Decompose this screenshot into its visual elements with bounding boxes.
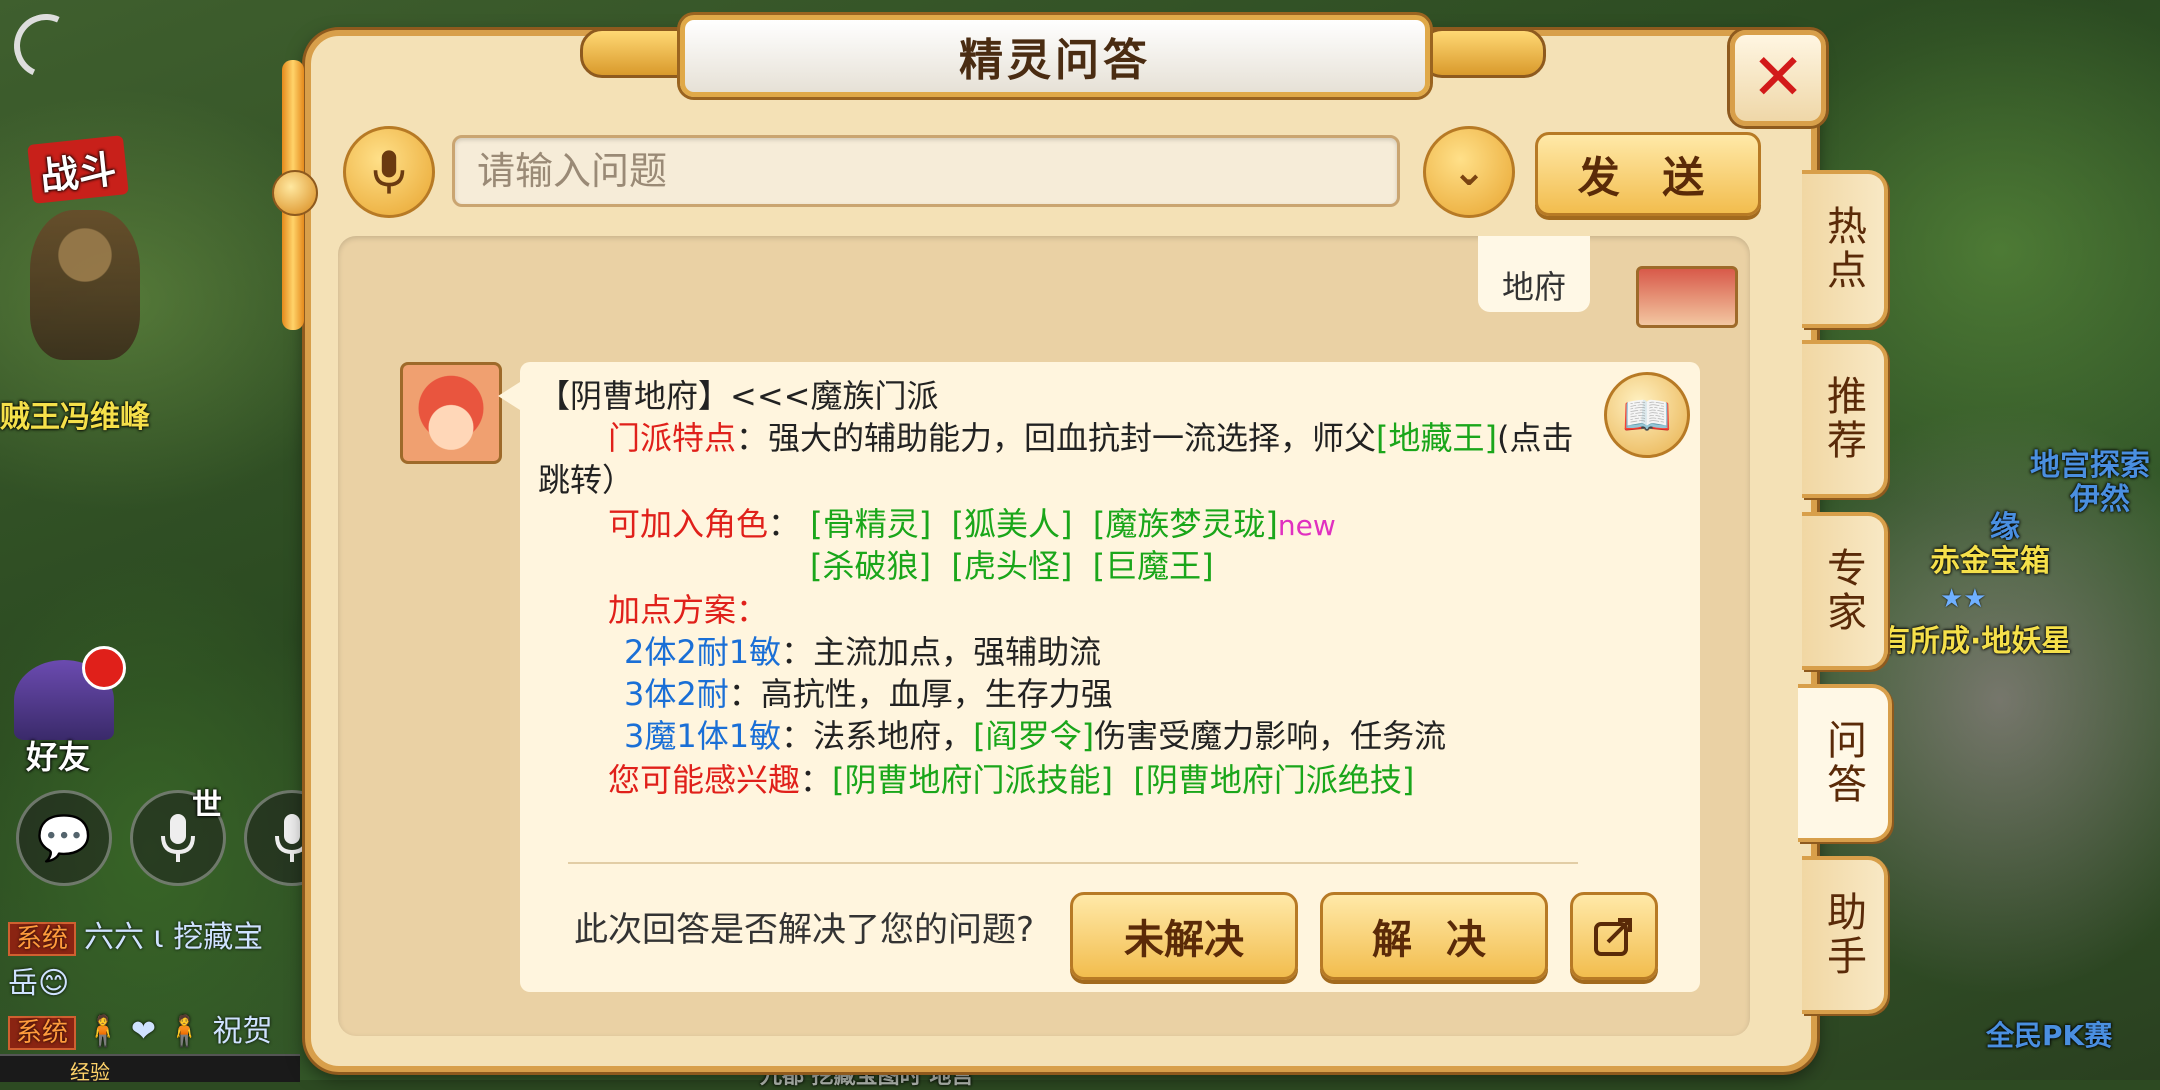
tassel-knot-decoration (272, 170, 318, 216)
master-link[interactable]: [地藏王] (1376, 419, 1497, 457)
divider (568, 862, 1578, 864)
role-link[interactable]: [杀破狼] (810, 547, 931, 585)
friends-label[interactable]: 好友 (26, 732, 90, 778)
feature-tail: (点击 (1497, 419, 1574, 457)
answer-heading: 【阴曹地府】<<<魔族门派 (538, 377, 939, 415)
feature-line: 门派特点：强大的辅助能力，回血抗封一流选择，师父[地藏王](点击 (608, 418, 1574, 458)
battle-badge[interactable]: 战斗 (27, 135, 129, 204)
feature-text: ：强大的辅助能力，回血抗封一流选择，师父 (736, 419, 1377, 457)
role-link[interactable]: [巨魔王] (1093, 547, 1214, 585)
plan-tail: 伤害受魔力影响，任务流 (1094, 717, 1447, 755)
role-link[interactable]: [狐美人] (952, 505, 1073, 543)
chat-text: 祝贺 (212, 1014, 273, 1049)
dialog-title: 精灵问答 (959, 35, 1151, 86)
dialog-title-plaque: 精灵问答 (680, 15, 1430, 97)
tab-label: 助手 (1820, 891, 1866, 979)
world-channel-label: 世 (192, 788, 222, 823)
tab-assistant[interactable]: 助手 (1802, 856, 1888, 1014)
interest-line: 您可能感兴趣：[阴曹地府门派技能] [阴曹地府门派绝技] (608, 761, 1415, 799)
system-tag: 系统 (8, 922, 77, 956)
tab-expert[interactable]: 专家 (1802, 512, 1888, 670)
send-button[interactable]: 发 送 (1535, 132, 1761, 216)
roles-label: 可加入角色 (608, 505, 769, 543)
tab-label: 专家 (1820, 547, 1866, 635)
microphone-icon (373, 150, 405, 194)
plan-line: 3魔1体1敏：法系地府，[阎罗令]伤害受魔力影响，任务流 (624, 716, 1446, 756)
plan-label: 加点方案： (608, 591, 769, 629)
system-tag: 系统 (8, 1016, 77, 1050)
emote-icon: 🧍 ❤ 🧍 (84, 1014, 203, 1049)
chat-line[interactable]: 岳😊 (8, 958, 69, 1002)
chat-area[interactable]: 地府 📖 【阴曹地府】<<<魔族门派 门派特点：强大的辅助能力，回血抗封一流选择… (338, 236, 1750, 1036)
role-link[interactable]: [虎头怪] (951, 547, 1072, 585)
close-button[interactable]: ✕ (1730, 30, 1826, 126)
item-link[interactable]: [阎罗令] (973, 717, 1094, 755)
voice-input-button[interactable] (343, 126, 435, 218)
pk-event-label[interactable]: 全民PK赛 (1986, 1014, 2112, 1054)
sprite-avatar (400, 362, 502, 464)
role-link[interactable]: [骨精灵] (810, 505, 931, 543)
history-dropdown-button[interactable]: ⌄ (1423, 126, 1515, 218)
question-input[interactable] (452, 135, 1400, 207)
user-message-bubble: 地府 (1478, 236, 1590, 312)
ultimate-link[interactable]: [阴曹地府门派绝技] (1133, 761, 1414, 799)
unsolved-button[interactable]: 未解决 (1070, 892, 1298, 980)
answer-card: 📖 【阴曹地府】<<<魔族门派 门派特点：强大的辅助能力，回血抗封一流选择，师父… (498, 362, 1700, 992)
npc-sprite[interactable] (30, 210, 140, 360)
exp-bar: 经验 (0, 1054, 300, 1084)
user-message-text: 地府 (1501, 268, 1566, 306)
plan-line: 2体2耐1敏：主流加点，强辅助流 (624, 632, 1101, 672)
chat-bubble-icon: 💬 (36, 813, 92, 864)
tab-label: 问答 (1820, 719, 1866, 807)
star-rating-icon: ★★ (1940, 584, 1987, 614)
plan-line: 3体2耐：高抗性，血厚，生存力强 (624, 674, 1113, 714)
plan-key: 3魔1体1敏 (624, 717, 782, 755)
book-icon[interactable]: 📖 (1604, 372, 1690, 458)
notification-dot (82, 646, 126, 690)
tab-hot[interactable]: 热点 (1802, 170, 1888, 328)
plan-desc: ：主流加点，强辅助流 (781, 633, 1102, 671)
chat-line[interactable]: 系统 六六 ι 挖藏宝 (8, 912, 263, 956)
npc-name: 贼王冯维峰 (0, 400, 150, 435)
roles-line: 可加入角色： [骨精灵] [狐美人] [魔族梦灵珑]new (608, 505, 1336, 543)
tab-label: 热点 (1820, 205, 1866, 293)
role-link[interactable]: [魔族梦灵珑] (1093, 505, 1278, 543)
plan-desc: ：法系地府， (781, 717, 974, 755)
chat-bubble-button[interactable]: 💬 (16, 790, 112, 886)
chat-line[interactable]: 系统 🧍 ❤ 🧍 祝贺 (8, 1006, 272, 1050)
share-icon (1594, 918, 1632, 956)
new-badge: new (1277, 509, 1336, 542)
close-icon: ✕ (1751, 41, 1805, 115)
title-ornament-right (1420, 28, 1546, 78)
npc-title-label: 有所成·地妖星 (1880, 624, 2072, 659)
tab-label: 推荐 (1820, 375, 1866, 463)
feedback-question: 此次回答是否解决了您的问题? (574, 910, 1035, 950)
jump-text: 跳转） (538, 461, 635, 499)
exp-label: 经验 (70, 1060, 110, 1084)
solved-button[interactable]: 解 决 (1320, 892, 1548, 980)
chat-text: 岳😊 (8, 966, 70, 1001)
chat-text: 六六 ι 挖藏宝 (84, 920, 264, 955)
tab-qa[interactable]: 问答 (1798, 684, 1892, 842)
chevron-down-icon: ⌄ (1452, 149, 1486, 195)
plan-desc: ：高抗性，血厚，生存力强 (728, 675, 1113, 713)
treasure-chest-label[interactable]: 赤金宝箱 (1930, 536, 2050, 580)
interest-label: 您可能感兴趣 (608, 761, 801, 799)
map-label: 伊然 (2070, 482, 2130, 517)
tab-recommend[interactable]: 推荐 (1802, 340, 1888, 498)
skill-link[interactable]: [阴曹地府门派技能] (832, 761, 1113, 799)
roles-line-2: [杀破狼] [虎头怪] [巨魔王] (810, 546, 1214, 586)
share-button[interactable] (1570, 892, 1658, 980)
plan-key: 3体2耐 (624, 675, 729, 713)
feature-label: 门派特点 (608, 419, 737, 457)
user-avatar (1636, 266, 1738, 328)
plan-key: 2体2耐1敏 (624, 633, 782, 671)
